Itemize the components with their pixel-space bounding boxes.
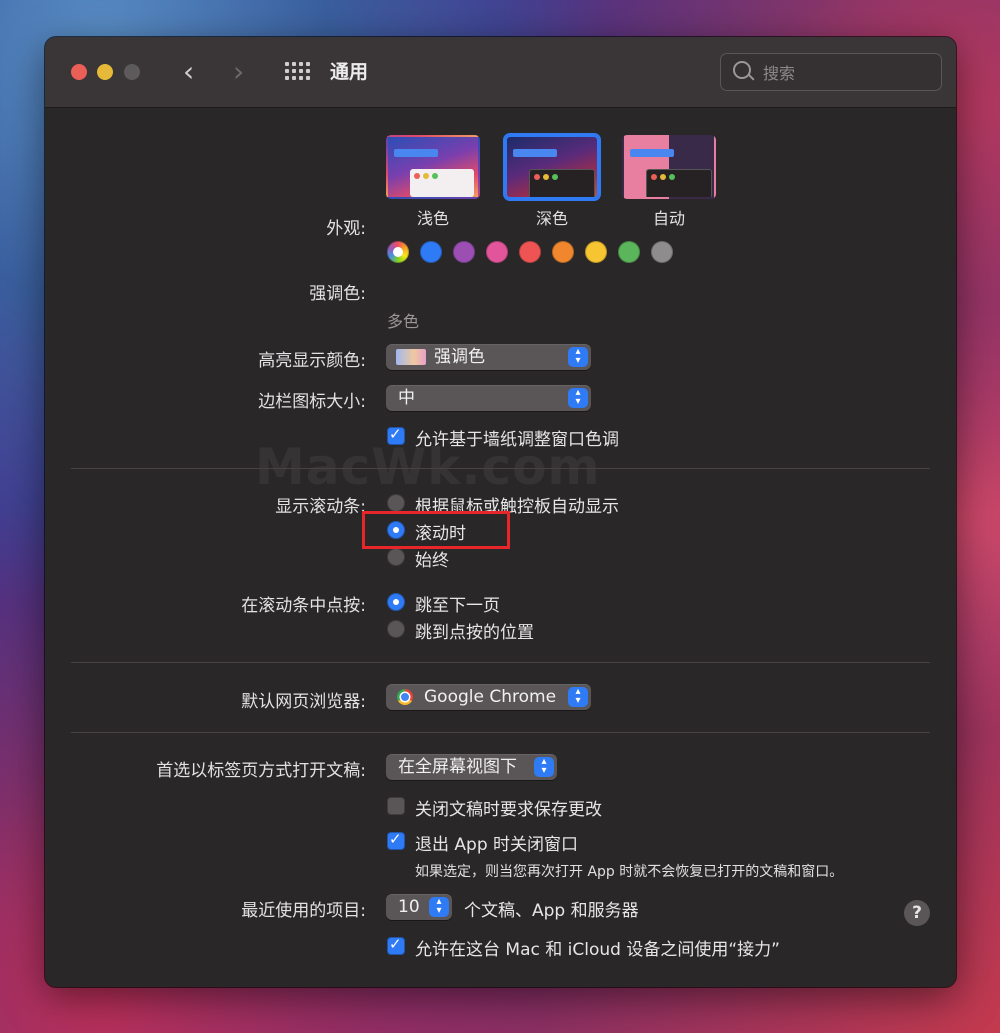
appearance-light-thumb[interactable] <box>386 135 480 199</box>
popup-stepper-icon: ▴ ▾ <box>568 388 588 408</box>
recent-items-value: 10 <box>398 897 420 917</box>
accent-red-swatch[interactable] <box>519 241 541 263</box>
zoom-window-button[interactable] <box>124 64 140 80</box>
default-browser-label: 默认网页浏览器: <box>241 692 366 712</box>
appearance-dark-caption: 深色 <box>535 209 568 228</box>
accent-yellow-swatch[interactable] <box>585 241 607 263</box>
popup-stepper-icon: ▴ ▾ <box>568 347 588 367</box>
help-button[interactable]: ? <box>904 900 930 926</box>
close-windows-note: 如果选定，则当您再次打开 App 时就不会恢复已打开的文稿和窗口。 <box>415 864 844 880</box>
accent-caption: 多色 <box>387 312 420 331</box>
prefer-tabs-label: 首选以标签页方式打开文稿: <box>156 761 366 781</box>
general-pane: MacWk.com 外观: 浅色 深色 自动 强调色: 多色 高亮显示颜色: 强… <box>45 108 956 987</box>
popup-stepper-icon: ▴ ▾ <box>568 687 588 707</box>
appearance-auto-caption: 自动 <box>652 209 685 228</box>
prefer-tabs-value: 在全屏幕视图下 <box>398 757 517 777</box>
close-windows-label: 退出 App 时关闭窗口 <box>415 835 579 855</box>
scroll-click-spot-label: 跳到点按的位置 <box>415 623 534 643</box>
accent-multicolor-swatch[interactable] <box>387 241 409 263</box>
chrome-icon <box>397 689 413 705</box>
minimize-window-button[interactable] <box>97 64 113 80</box>
ask-save-label: 关闭文稿时要求保存更改 <box>415 800 602 820</box>
recent-items-label: 最近使用的项目: <box>241 901 366 921</box>
search-input[interactable] <box>761 60 935 86</box>
highlight-popup[interactable]: 强调色 ▴ ▾ <box>386 344 591 370</box>
popup-stepper-icon: ▴ ▾ <box>534 757 554 777</box>
scrollbars-auto-radio[interactable] <box>387 494 405 512</box>
back-chevron-icon[interactable]: ‹ <box>183 55 194 89</box>
show-all-grid-icon[interactable] <box>285 62 310 82</box>
close-window-button[interactable] <box>71 64 87 80</box>
scroll-click-next-page-label: 跳至下一页 <box>415 596 500 616</box>
scrollbars-always-radio[interactable] <box>387 548 405 566</box>
scroll-click-next-page-radio[interactable] <box>387 593 405 611</box>
accent-label: 强调色: <box>309 284 366 304</box>
highlight-label: 高亮显示颜色: <box>258 351 366 371</box>
ask-save-checkbox[interactable] <box>387 797 405 815</box>
forward-chevron-icon[interactable]: › <box>233 55 244 89</box>
wallpaper-tint-checkbox[interactable] <box>387 425 405 445</box>
highlight-value: 强调色 <box>434 347 485 367</box>
scroll-click-spot-radio[interactable] <box>387 620 405 638</box>
scrollbars-always-label: 始终 <box>415 551 449 571</box>
popup-stepper-icon: ▴ ▾ <box>429 897 449 917</box>
show-scrollbars-label: 显示滚动条: <box>275 497 366 517</box>
scroll-click-label: 在滚动条中点按: <box>241 596 366 616</box>
recent-items-popup[interactable]: 10 ▴ ▾ <box>386 894 452 920</box>
sidebar-icon-size-popup[interactable]: 中 ▴ ▾ <box>386 385 591 411</box>
appearance-label: 外观: <box>326 219 366 239</box>
sidebar-icon-size-value: 中 <box>398 388 415 408</box>
search-icon <box>733 61 751 79</box>
accent-green-swatch[interactable] <box>618 241 640 263</box>
recent-items-suffix: 个文稿、App 和服务器 <box>464 901 639 921</box>
appearance-dark-thumb[interactable] <box>505 135 599 199</box>
accent-blue-swatch[interactable] <box>420 241 442 263</box>
separator <box>71 662 930 663</box>
close-windows-checkbox[interactable] <box>387 830 405 850</box>
search-field[interactable] <box>720 53 942 91</box>
handoff-label: 允许在这台 Mac 和 iCloud 设备之间使用“接力” <box>415 940 780 960</box>
title-bar: ‹ › 通用 <box>45 37 956 108</box>
sidebar-icon-size-label: 边栏图标大小: <box>258 392 366 412</box>
accent-pink-swatch[interactable] <box>486 241 508 263</box>
prefer-tabs-popup[interactable]: 在全屏幕视图下 ▴ ▾ <box>386 754 557 780</box>
appearance-auto-thumb[interactable] <box>622 135 716 199</box>
handoff-checkbox[interactable] <box>387 935 405 955</box>
highlight-color-chip <box>396 349 426 365</box>
accent-graphite-swatch[interactable] <box>651 241 673 263</box>
window-title: 通用 <box>330 61 369 83</box>
default-browser-value: Google Chrome <box>424 687 557 707</box>
default-browser-popup[interactable]: Google Chrome ▴ ▾ <box>386 684 591 710</box>
accent-purple-swatch[interactable] <box>453 241 475 263</box>
separator <box>71 468 930 469</box>
accent-orange-swatch[interactable] <box>552 241 574 263</box>
separator <box>71 732 930 733</box>
appearance-light-caption: 浅色 <box>416 209 449 228</box>
highlight-annotation-box <box>362 511 510 549</box>
wallpaper-tint-label: 允许基于墙纸调整窗口色调 <box>415 430 619 450</box>
preferences-window: ‹ › 通用 MacWk.com 外观: 浅色 深色 自动 <box>45 37 956 987</box>
